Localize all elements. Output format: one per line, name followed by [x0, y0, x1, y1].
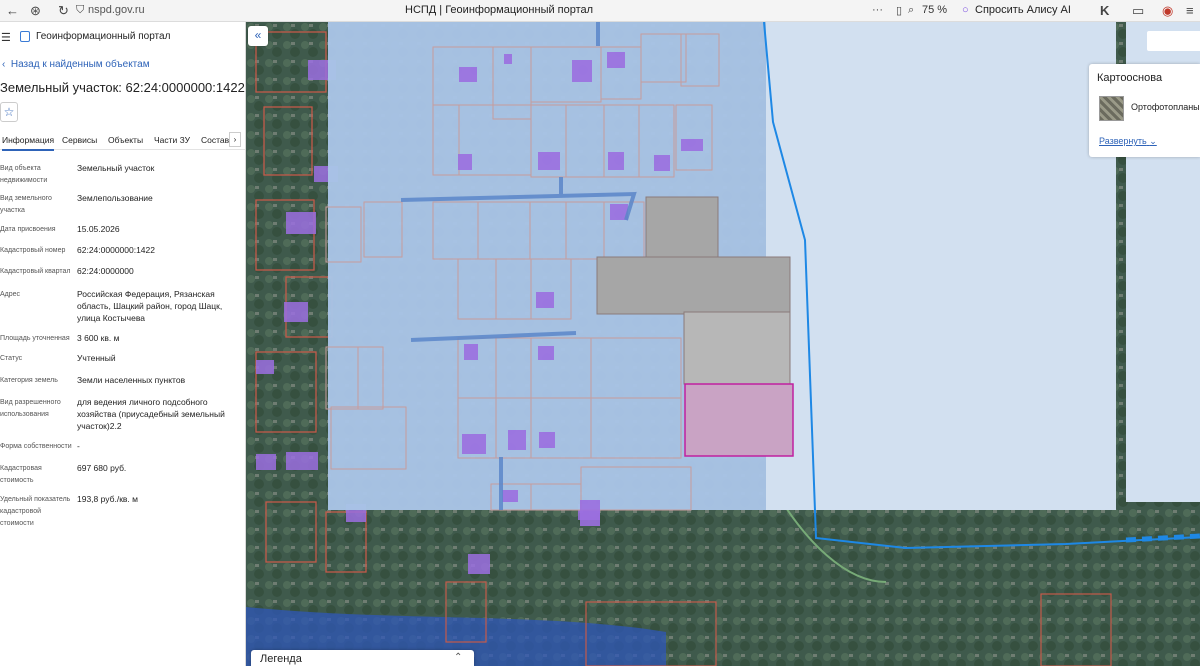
hamburger-icon[interactable]: ☰: [1, 31, 11, 44]
map-layers: [246, 22, 1200, 666]
attribute-label: Кадастровая стоимость: [0, 465, 42, 484]
attribute-label: Вид земельного участка: [0, 195, 52, 214]
menu-icon[interactable]: ≡: [1186, 3, 1194, 18]
more-icon[interactable]: ···: [872, 4, 883, 16]
grey-parcel: [596, 256, 791, 315]
browser-toolbar: ← ⊛ ↻ ⛉ nspd.gov.ru НСПД | Геоинформацио…: [0, 0, 1200, 22]
chevrons-left-icon: «: [254, 28, 262, 42]
reload-icon[interactable]: ↻: [58, 3, 69, 19]
map-search-box[interactable]: [1147, 31, 1200, 51]
expand-label: Развернуть: [1099, 136, 1147, 146]
tab-parcel-parts[interactable]: Части ЗУ: [154, 135, 190, 145]
back-icon[interactable]: ←: [6, 3, 19, 18]
info-tabs: Информация Сервисы Объекты Части ЗУ Сост…: [0, 130, 245, 151]
attribute-label: Вид разрешенного использования: [0, 399, 61, 418]
basemap-title: Картооснова: [1097, 72, 1163, 84]
tabs-scroll-right-button[interactable]: ›: [229, 132, 241, 147]
expand-basemaps-link[interactable]: Развернуть ⌄: [1099, 136, 1157, 147]
legend-title: Легенда: [260, 653, 302, 665]
attribute-label: Статус: [0, 355, 23, 362]
grey-parcel: [683, 311, 791, 385]
object-info-panel: ☰ Геоинформационный портал ‹ Назад к най…: [0, 22, 246, 666]
tab-objects[interactable]: Объекты: [108, 135, 143, 145]
grey-parcel: [645, 196, 719, 260]
attribute-label: Адрес: [0, 291, 21, 298]
back-link-label: Назад к найденным объектам: [10, 59, 150, 70]
security-icon[interactable]: ⊛: [30, 3, 41, 19]
extension-icon[interactable]: K: [1100, 3, 1109, 18]
attribute-value: Учтенный: [77, 353, 116, 363]
chevron-down-icon: ⌄: [1149, 136, 1157, 146]
panel-header: ☰ Геоинформационный портал: [0, 28, 245, 46]
zoom-icon: ⌕: [908, 4, 915, 16]
address-bar[interactable]: nspd.gov.ru: [88, 4, 145, 16]
back-to-results-link[interactable]: ‹ Назад к найденным объектам: [2, 59, 150, 70]
attribute-value: для ведения личного подсобного хозяйства…: [77, 397, 225, 431]
downloads-icon[interactable]: ▭: [1132, 3, 1144, 19]
attribute-label: Дата присвоения: [0, 226, 56, 233]
attribute-value: Землепользование: [77, 193, 153, 203]
legend-panel[interactable]: Легенда ⌃: [251, 650, 474, 666]
page-title: НСПД | Геоинформационный портал: [405, 4, 594, 16]
attribute-value: 193,8 руб./кв. м: [77, 494, 139, 504]
attribute-label: Форма собственности: [0, 443, 72, 450]
basemap-current[interactable]: Ортофотопланы 2: [1131, 102, 1200, 112]
attribute-value: 697 680 руб.: [77, 463, 127, 473]
zoom-level[interactable]: 75 %: [922, 4, 947, 16]
chevron-left-icon: ‹: [2, 59, 11, 70]
attribute-label: Категория земель: [0, 377, 58, 384]
portal-name: Геоинформационный портал: [36, 31, 171, 42]
attribute-label: Площадь уточненная: [0, 335, 70, 342]
collapse-panel-button[interactable]: «: [248, 26, 268, 46]
star-icon: ☆: [3, 105, 15, 119]
portal-logo-icon: [20, 31, 30, 42]
parcel-title: Земельный участок: 62:24:0000000:1422: [0, 80, 245, 95]
attribute-value: 62:24:0000000: [77, 266, 134, 276]
profile-icon[interactable]: ◉: [1162, 3, 1173, 19]
attribute-value: 3 600 кв. м: [77, 333, 120, 343]
basemap-selector: Картооснова Ортофотопланы 2 Развернуть ⌄: [1089, 64, 1200, 157]
attribute-label: Удельный показатель кадастровой стоимост…: [0, 496, 71, 527]
attribute-label: Кадастровый квартал: [0, 268, 71, 275]
attribute-value: Земельный участок: [77, 163, 155, 173]
map-canvas[interactable]: [246, 22, 1200, 666]
favorite-button[interactable]: ☆: [0, 102, 18, 122]
attribute-value: Российская Федерация, Рязанская область,…: [77, 289, 223, 323]
shield-icon: ⛉: [76, 4, 85, 16]
ask-alice-button[interactable]: Спросить Алису AI: [975, 4, 1071, 16]
attribute-value: 62:24:0000000:1422: [77, 245, 155, 255]
tab-information[interactable]: Информация: [2, 135, 55, 151]
tab-services[interactable]: Сервисы: [62, 135, 97, 145]
orthophoto-thumbnail[interactable]: [1099, 96, 1124, 121]
bookmark-icon[interactable]: ▯: [896, 4, 902, 17]
selected-parcel[interactable]: [684, 383, 794, 457]
large-parcel-area: [766, 22, 1116, 510]
attribute-value: 15.05.2026: [77, 224, 120, 234]
attribute-label: Кадастровый номер: [0, 247, 66, 254]
attribute-label: Вид объекта недвижимости: [0, 165, 48, 184]
attribute-value: Земли населенных пунктов: [77, 375, 186, 385]
tab-composition[interactable]: Состав: [201, 135, 229, 145]
alice-icon: ○: [962, 4, 969, 16]
chevron-up-down-icon[interactable]: ⌃: [454, 652, 462, 663]
attribute-value: -: [77, 441, 80, 451]
